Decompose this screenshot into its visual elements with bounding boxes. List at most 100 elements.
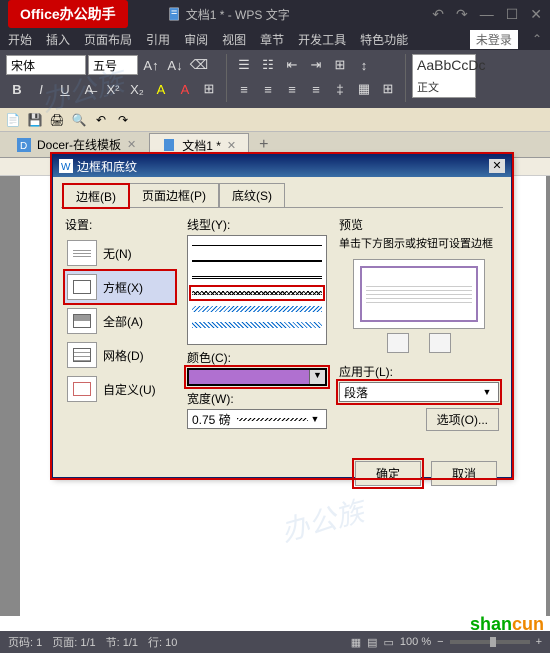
redo-icon[interactable]: ↷ bbox=[114, 111, 132, 129]
setting-none[interactable]: 无(N) bbox=[65, 237, 175, 269]
border-icon[interactable]: ⊞ bbox=[377, 78, 399, 100]
tab-border[interactable]: 边框(B) bbox=[63, 184, 129, 208]
zoom-in-button[interactable]: + bbox=[536, 636, 542, 648]
print-icon[interactable]: 🖨 bbox=[48, 111, 66, 129]
font-color-button[interactable]: A bbox=[174, 78, 196, 100]
menu-view[interactable]: 视图 bbox=[222, 31, 246, 48]
status-section[interactable]: 节: 1/1 bbox=[106, 634, 138, 650]
ok-button[interactable]: 确定 bbox=[355, 461, 421, 486]
print-preview-icon[interactable]: 🔍 bbox=[70, 111, 88, 129]
font-size-select[interactable]: 五号 bbox=[88, 55, 138, 75]
border-left-button[interactable] bbox=[387, 333, 409, 353]
border-right-button[interactable] bbox=[429, 333, 451, 353]
docer-icon: D bbox=[17, 138, 31, 152]
status-line[interactable]: 行: 10 bbox=[148, 634, 177, 650]
preview-inner bbox=[360, 266, 478, 322]
ribbon-divider bbox=[405, 54, 406, 102]
minimize-button[interactable]: — bbox=[480, 6, 494, 23]
status-pages[interactable]: 页面: 1/1 bbox=[52, 634, 95, 650]
color-select[interactable]: ▼ bbox=[187, 368, 327, 386]
cancel-button[interactable]: 取消 bbox=[431, 461, 497, 486]
setting-all[interactable]: 全部(A) bbox=[65, 305, 175, 337]
close-button[interactable]: ✕ bbox=[530, 6, 542, 23]
line-style-item[interactable] bbox=[192, 320, 322, 330]
undo-icon[interactable]: ↶ bbox=[92, 111, 110, 129]
menu-chevron-icon[interactable]: ⌃ bbox=[532, 32, 542, 46]
strikethrough-button[interactable]: A̶ bbox=[78, 78, 100, 100]
line-style-item[interactable] bbox=[192, 240, 322, 250]
setting-box[interactable]: 方框(X) bbox=[65, 271, 175, 303]
redo-icon[interactable]: ↷ bbox=[456, 6, 468, 23]
decrease-font-icon[interactable]: A↓ bbox=[164, 54, 186, 76]
dialog-close-button[interactable]: ✕ bbox=[489, 159, 505, 173]
align-center-icon[interactable]: ≡ bbox=[257, 78, 279, 100]
tab-shading[interactable]: 底纹(S) bbox=[219, 183, 285, 207]
menu-review[interactable]: 审阅 bbox=[184, 31, 208, 48]
login-status[interactable]: 未登录 bbox=[470, 30, 518, 49]
new-doc-icon[interactable]: 📄 bbox=[4, 111, 22, 129]
width-select[interactable]: 0.75 磅 ▼ bbox=[187, 409, 327, 429]
font-group: 宋体 五号 A↑ A↓ ⌫ B I U A̶ X² X₂ A A ⊞ bbox=[6, 54, 220, 104]
wps-doc-icon bbox=[168, 7, 182, 21]
superscript-button[interactable]: X² bbox=[102, 78, 124, 100]
settings-column: 设置: 无(N) 方框(X) 全部(A) 网格(D) 自定义(U) bbox=[65, 216, 175, 449]
maximize-button[interactable]: ☐ bbox=[506, 6, 519, 23]
view-mode-icon[interactable]: ▦ bbox=[351, 636, 361, 649]
menu-section[interactable]: 章节 bbox=[260, 31, 284, 48]
justify-icon[interactable]: ≡ bbox=[305, 78, 327, 100]
undo-icon[interactable]: ↶ bbox=[432, 6, 444, 23]
highlight-button[interactable]: A bbox=[150, 78, 172, 100]
view-mode-icon[interactable]: ▭ bbox=[384, 636, 394, 649]
text-direction-icon[interactable]: ↕ bbox=[353, 54, 375, 76]
line-style-item[interactable] bbox=[192, 256, 322, 266]
options-button[interactable]: 选项(O)... bbox=[426, 408, 499, 431]
status-bar: 页码: 1 页面: 1/1 节: 1/1 行: 10 ▦ ▤ ▭ 100 % −… bbox=[0, 631, 550, 653]
zoom-out-button[interactable]: − bbox=[437, 636, 443, 648]
setting-custom[interactable]: 自定义(U) bbox=[65, 373, 175, 405]
wps-doc-icon bbox=[162, 138, 176, 152]
menu-features[interactable]: 特色功能 bbox=[360, 31, 408, 48]
line-style-item[interactable] bbox=[192, 304, 322, 314]
save-icon[interactable]: 💾 bbox=[26, 111, 44, 129]
setting-grid[interactable]: 网格(D) bbox=[65, 339, 175, 371]
view-mode-icon[interactable]: ▤ bbox=[367, 636, 377, 649]
underline-button[interactable]: U bbox=[54, 78, 76, 100]
menu-reference[interactable]: 引用 bbox=[146, 31, 170, 48]
tab-close-icon[interactable]: ✕ bbox=[127, 138, 136, 151]
number-list-icon[interactable]: ☷ bbox=[257, 54, 279, 76]
status-page[interactable]: 页码: 1 bbox=[8, 634, 42, 650]
clear-format-icon[interactable]: ⌫ bbox=[188, 54, 210, 76]
increase-indent-icon[interactable]: ⇥ bbox=[305, 54, 327, 76]
tab-document1[interactable]: 文档1 * ✕ bbox=[149, 133, 249, 157]
italic-button[interactable]: I bbox=[30, 78, 52, 100]
bullet-list-icon[interactable]: ☰ bbox=[233, 54, 255, 76]
decrease-indent-icon[interactable]: ⇤ bbox=[281, 54, 303, 76]
align-right-icon[interactable]: ≡ bbox=[281, 78, 303, 100]
line-style-list[interactable] bbox=[187, 235, 327, 345]
bold-button[interactable]: B bbox=[6, 78, 28, 100]
dialog-titlebar[interactable]: W 边框和底纹 ✕ bbox=[53, 155, 511, 177]
new-tab-button[interactable]: + bbox=[253, 136, 274, 154]
align-left-icon[interactable]: ≡ bbox=[233, 78, 255, 100]
menu-devtools[interactable]: 开发工具 bbox=[298, 31, 346, 48]
menu-insert[interactable]: 插入 bbox=[46, 31, 70, 48]
tab-close-icon[interactable]: ✕ bbox=[227, 139, 236, 152]
zoom-slider[interactable] bbox=[450, 640, 530, 644]
tab-page-border[interactable]: 页面边框(P) bbox=[129, 183, 219, 207]
shading-icon[interactable]: ▦ bbox=[353, 78, 375, 100]
char-border-button[interactable]: ⊞ bbox=[198, 78, 220, 100]
line-spacing-icon[interactable]: ‡ bbox=[329, 78, 351, 100]
preview-box[interactable] bbox=[353, 259, 485, 329]
increase-font-icon[interactable]: A↑ bbox=[140, 54, 162, 76]
ribbon-divider bbox=[226, 54, 227, 102]
menu-start[interactable]: 开始 bbox=[8, 31, 32, 48]
apply-to-select[interactable]: 段落 ▼ bbox=[339, 382, 499, 402]
style-preview[interactable]: AaBbCcDc 正文 bbox=[412, 54, 476, 98]
menu-layout[interactable]: 页面布局 bbox=[84, 31, 132, 48]
tab-icon[interactable]: ⊞ bbox=[329, 54, 351, 76]
line-style-wave[interactable] bbox=[192, 288, 322, 298]
zoom-value[interactable]: 100 % bbox=[400, 636, 431, 648]
subscript-button[interactable]: X₂ bbox=[126, 78, 148, 100]
line-style-item[interactable] bbox=[192, 272, 322, 282]
font-name-select[interactable]: 宋体 bbox=[6, 55, 86, 75]
